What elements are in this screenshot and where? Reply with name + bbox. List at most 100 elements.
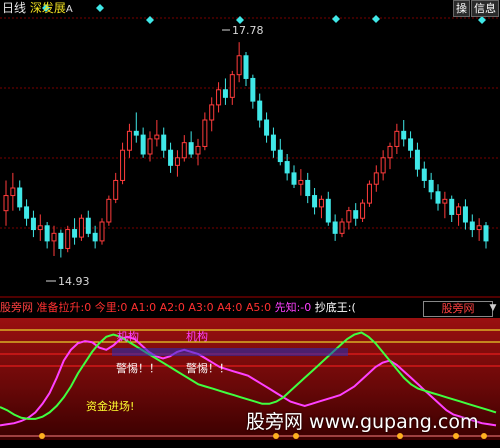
price-grid <box>0 4 500 298</box>
candle-body <box>3 195 9 212</box>
candle-body <box>126 130 132 151</box>
indicator-selector[interactable]: 股旁网 <box>423 301 493 317</box>
indicator-item: A3:0 <box>184 301 214 314</box>
candle-body <box>168 149 174 166</box>
annotation-warning-2: 警惕！！ <box>186 362 230 375</box>
annotation-institution-2: 机构 <box>186 330 208 343</box>
signal-band <box>112 348 348 356</box>
candle-body <box>373 172 379 185</box>
indicator-item: A2:0 <box>156 301 185 314</box>
candle-body <box>353 210 359 219</box>
candle-body <box>17 187 23 208</box>
candle-body <box>476 225 482 231</box>
candle-body <box>462 206 468 223</box>
candle-body <box>277 149 283 163</box>
low-price-label: 14.93 <box>58 275 90 288</box>
candle-body <box>442 198 448 204</box>
candle-body <box>456 206 462 215</box>
chart-title: 日线 深发展A <box>2 2 73 16</box>
candle-body <box>360 202 366 219</box>
indicator-item: 抄底王:( <box>311 301 356 314</box>
candle-body <box>291 172 297 185</box>
candle-body <box>133 130 139 136</box>
stock-code: A <box>65 4 73 15</box>
candle-body <box>305 179 311 197</box>
candle-body <box>161 134 167 151</box>
candle-body <box>332 221 338 234</box>
annotation-warning-1: 警惕！！ <box>116 362 160 375</box>
candle-body <box>229 74 235 98</box>
signal-diamond <box>332 15 340 23</box>
signal-dot <box>481 433 487 439</box>
candle-body <box>195 145 201 155</box>
candle-body <box>250 77 256 102</box>
candle-body <box>387 145 393 159</box>
candle-body <box>428 179 434 193</box>
candle-body <box>24 206 30 219</box>
period-label: 日线 <box>2 1 27 15</box>
candle-body <box>85 217 91 234</box>
candle-body <box>325 198 331 223</box>
signal-diamond <box>96 4 104 12</box>
candle-body <box>264 119 270 136</box>
high-price-label: 17.78 <box>232 24 264 37</box>
candle-body <box>106 198 112 223</box>
indicator-item: A4:0 <box>213 301 243 314</box>
candle-body <box>435 191 441 204</box>
candle-body <box>10 187 16 197</box>
candle-body <box>147 138 153 155</box>
candle-body <box>30 217 36 231</box>
candle-body <box>421 168 427 181</box>
candle-body <box>469 221 475 231</box>
indicator-item: A1:0 <box>127 301 157 314</box>
chart-svg <box>0 4 500 440</box>
candle-body <box>414 149 420 170</box>
candle-body <box>181 142 187 159</box>
info-button[interactable]: 信息 <box>471 0 499 17</box>
chevron-down-icon[interactable]: ▼ <box>488 301 498 315</box>
candle-body <box>154 134 160 140</box>
candle-body <box>312 195 318 208</box>
candle-body <box>113 179 119 200</box>
candle-body <box>408 138 414 151</box>
candle-body <box>174 157 180 166</box>
candle-body <box>366 183 372 204</box>
candle-body <box>298 179 304 185</box>
candle-body <box>209 104 215 121</box>
candle-body <box>483 225 489 242</box>
candle-body <box>140 134 146 155</box>
candle-body <box>216 89 222 106</box>
trade-button[interactable]: 操 <box>453 0 470 17</box>
candle-body <box>284 161 290 174</box>
candle-body <box>236 55 242 76</box>
signal-diamond <box>236 16 244 24</box>
candle-body <box>78 217 84 238</box>
candle-body <box>72 229 78 238</box>
candlestick-series <box>3 29 489 282</box>
indicator-name: 股旁网 <box>0 301 33 314</box>
candle-body <box>270 134 276 151</box>
annotation-institution-1: 机构 <box>117 330 139 343</box>
candle-body <box>394 130 400 147</box>
signal-diamond <box>146 16 154 24</box>
candle-body <box>380 157 386 174</box>
candle-body <box>449 198 455 215</box>
candle-body <box>188 142 194 155</box>
candle-body <box>65 229 71 249</box>
signal-diamond <box>372 15 380 23</box>
candle-body <box>318 198 324 208</box>
toolbar: 操 信息 <box>453 0 499 17</box>
candle-body <box>44 225 50 242</box>
signal-dot <box>39 433 45 439</box>
candle-body <box>339 221 345 234</box>
indicator-item: 今里:0 <box>91 301 128 314</box>
indicator-item: A5:0 <box>242 301 272 314</box>
stock-name: 深发展 <box>29 1 66 15</box>
candle-body <box>222 89 228 98</box>
watermark: 股旁网 www.gupang.com <box>246 411 479 433</box>
annotation-capital-inflow: 资金进场! <box>86 400 135 413</box>
candle-body <box>202 119 208 147</box>
indicator-item: 先知:-0 <box>271 301 312 314</box>
signal-diamond <box>478 16 486 24</box>
candle-body <box>51 232 57 242</box>
